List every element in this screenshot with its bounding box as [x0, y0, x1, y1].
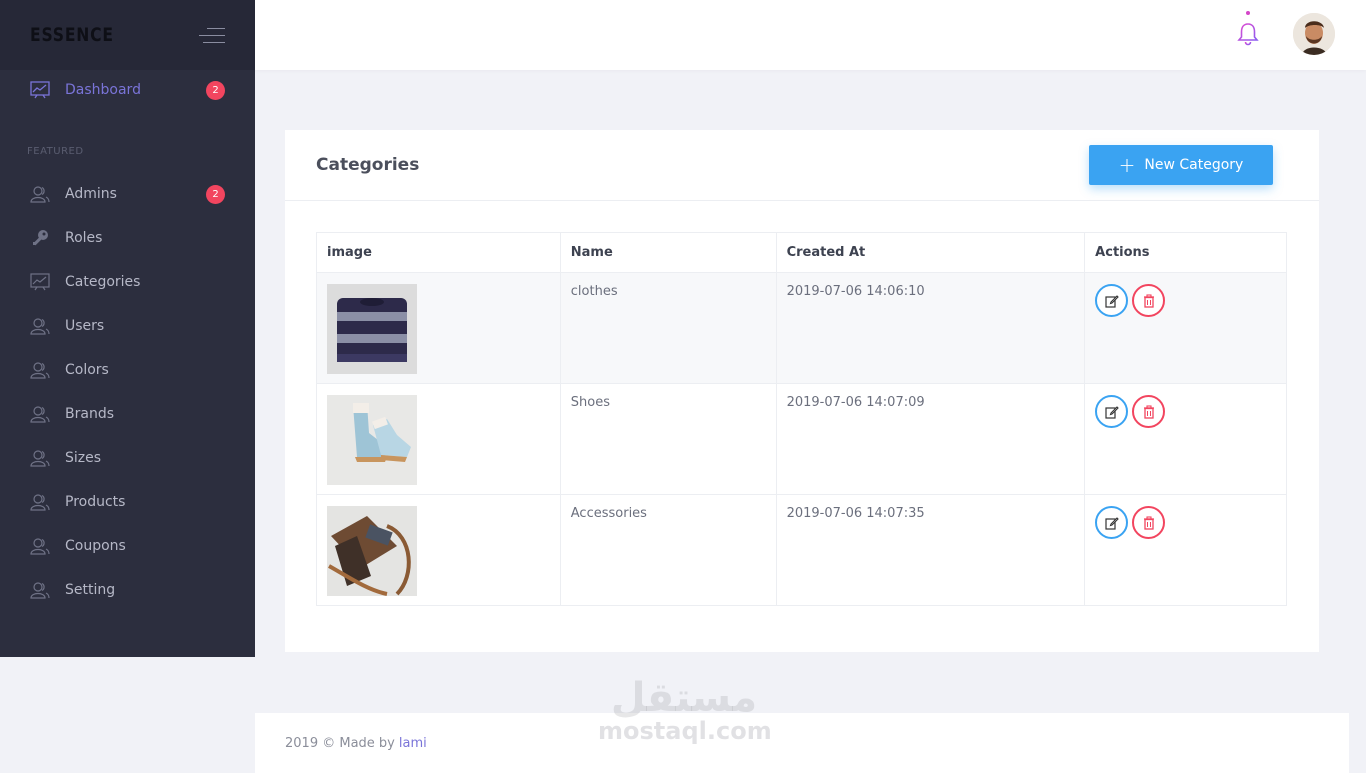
watermark-arabic: مستقل — [610, 675, 758, 721]
users-icon — [30, 536, 50, 556]
chart-icon — [30, 272, 50, 292]
actions-cell — [1084, 383, 1287, 495]
sidebar-item-admins[interactable]: Admins 2 — [0, 174, 255, 214]
sidebar-item-setting[interactable]: Setting — [0, 570, 255, 610]
edit-icon — [1105, 294, 1119, 308]
column-header-image[interactable]: image — [316, 232, 561, 273]
sidebar-item-roles[interactable]: Roles — [0, 218, 255, 258]
menu-toggle-icon[interactable] — [199, 27, 225, 43]
page-title: Categories — [316, 155, 420, 175]
sidebar-item-label: Colors — [65, 362, 109, 378]
categories-table: image Name Created At Actions clothes 20… — [316, 232, 1287, 606]
delete-button[interactable] — [1132, 395, 1166, 428]
users-icon — [30, 404, 50, 424]
sidebar-item-label: Categories — [65, 274, 141, 290]
created-at-cell: 2019-07-06 14:06:10 — [775, 272, 1086, 384]
category-image-bag — [327, 506, 417, 596]
sidebar-item-products[interactable]: Products — [0, 482, 255, 522]
created-at-cell: 2019-07-06 14:07:09 — [775, 383, 1086, 495]
edit-button[interactable] — [1095, 506, 1129, 539]
trash-icon — [1143, 293, 1154, 308]
key-icon — [30, 228, 50, 248]
topbar — [255, 0, 1366, 70]
sidebar: ESSENCE Dashboard 2 FEATURED Admins 2 Ro… — [0, 0, 255, 657]
column-header-actions[interactable]: Actions — [1084, 232, 1287, 273]
bell-icon[interactable] — [1237, 20, 1259, 46]
sidebar-item-label: Roles — [65, 230, 103, 246]
sidebar-item-coupons[interactable]: Coupons — [0, 526, 255, 566]
edit-button[interactable] — [1095, 284, 1129, 317]
image-cell — [316, 494, 561, 606]
sidebar-item-categories[interactable]: Categories — [0, 262, 255, 302]
sidebar-item-label: Dashboard — [65, 82, 141, 98]
image-cell — [316, 383, 561, 495]
watermark: مستقل mostaql.com — [598, 675, 772, 745]
sidebar-item-label: Sizes — [65, 450, 102, 466]
edit-button[interactable] — [1095, 395, 1129, 428]
sidebar-item-label: Setting — [65, 582, 116, 598]
sidebar-item-colors[interactable]: Colors — [0, 350, 255, 390]
edit-icon — [1105, 516, 1119, 530]
category-image-boots — [327, 395, 417, 485]
brand-bar: ESSENCE — [0, 0, 255, 70]
author-link[interactable]: lami — [399, 736, 427, 751]
category-image-sweater — [327, 284, 417, 374]
footer: 2019 © Made by lami — [255, 713, 1349, 773]
delete-button[interactable] — [1132, 506, 1166, 539]
actions-cell — [1084, 272, 1287, 384]
created-at-cell: 2019-07-06 14:07:35 — [775, 494, 1086, 606]
notification-badge: 2 — [206, 185, 225, 204]
users-icon — [30, 184, 50, 204]
notification-badge: 2 — [206, 81, 225, 100]
users-icon — [30, 316, 50, 336]
sidebar-item-dashboard[interactable]: Dashboard 2 — [0, 70, 255, 110]
new-category-label: New Category — [1144, 157, 1244, 173]
footer-text: 2019 © Made by — [285, 735, 395, 751]
sidebar-item-label: Coupons — [65, 538, 126, 554]
image-cell — [316, 272, 561, 384]
trash-icon — [1143, 404, 1154, 419]
delete-button[interactable] — [1132, 284, 1166, 317]
sidebar-item-label: Products — [65, 494, 126, 510]
name-cell: Accessories — [559, 494, 777, 606]
sidebar-item-label: Admins — [65, 186, 117, 202]
users-icon — [30, 492, 50, 512]
table-header-row: image Name Created At Actions — [316, 232, 1287, 273]
users-icon — [30, 580, 50, 600]
brand-logo[interactable]: ESSENCE — [30, 24, 114, 46]
column-header-created-at[interactable]: Created At — [775, 232, 1086, 273]
name-cell: Shoes — [559, 383, 777, 495]
sidebar-item-sizes[interactable]: Sizes — [0, 438, 255, 478]
column-header-name[interactable]: Name — [559, 232, 777, 273]
sidebar-item-users[interactable]: Users — [0, 306, 255, 346]
table-row: Shoes 2019-07-06 14:07:09 — [316, 383, 1287, 495]
table-row: Accessories 2019-07-06 14:07:35 — [316, 494, 1287, 606]
card-header: Categories + New Category — [285, 130, 1319, 201]
sidebar-item-brands[interactable]: Brands — [0, 394, 255, 434]
sidebar-item-label: Users — [65, 318, 105, 334]
trash-icon — [1143, 515, 1154, 530]
notification-dot — [1246, 11, 1250, 15]
actions-cell — [1084, 494, 1287, 606]
plus-icon: + — [1118, 153, 1136, 177]
users-icon — [30, 360, 50, 380]
table-row: clothes 2019-07-06 14:06:10 — [316, 272, 1287, 384]
edit-icon — [1105, 405, 1119, 419]
categories-card: Categories + New Category image Name Cre… — [285, 130, 1319, 652]
name-cell: clothes — [559, 272, 777, 384]
sidebar-item-label: Brands — [65, 406, 114, 422]
user-avatar[interactable] — [1293, 13, 1335, 55]
watermark-latin: mostaql.com — [598, 717, 772, 745]
chart-icon — [30, 80, 50, 100]
users-icon — [30, 448, 50, 468]
section-label: FEATURED — [27, 146, 84, 157]
new-category-button[interactable]: + New Category — [1089, 145, 1273, 185]
